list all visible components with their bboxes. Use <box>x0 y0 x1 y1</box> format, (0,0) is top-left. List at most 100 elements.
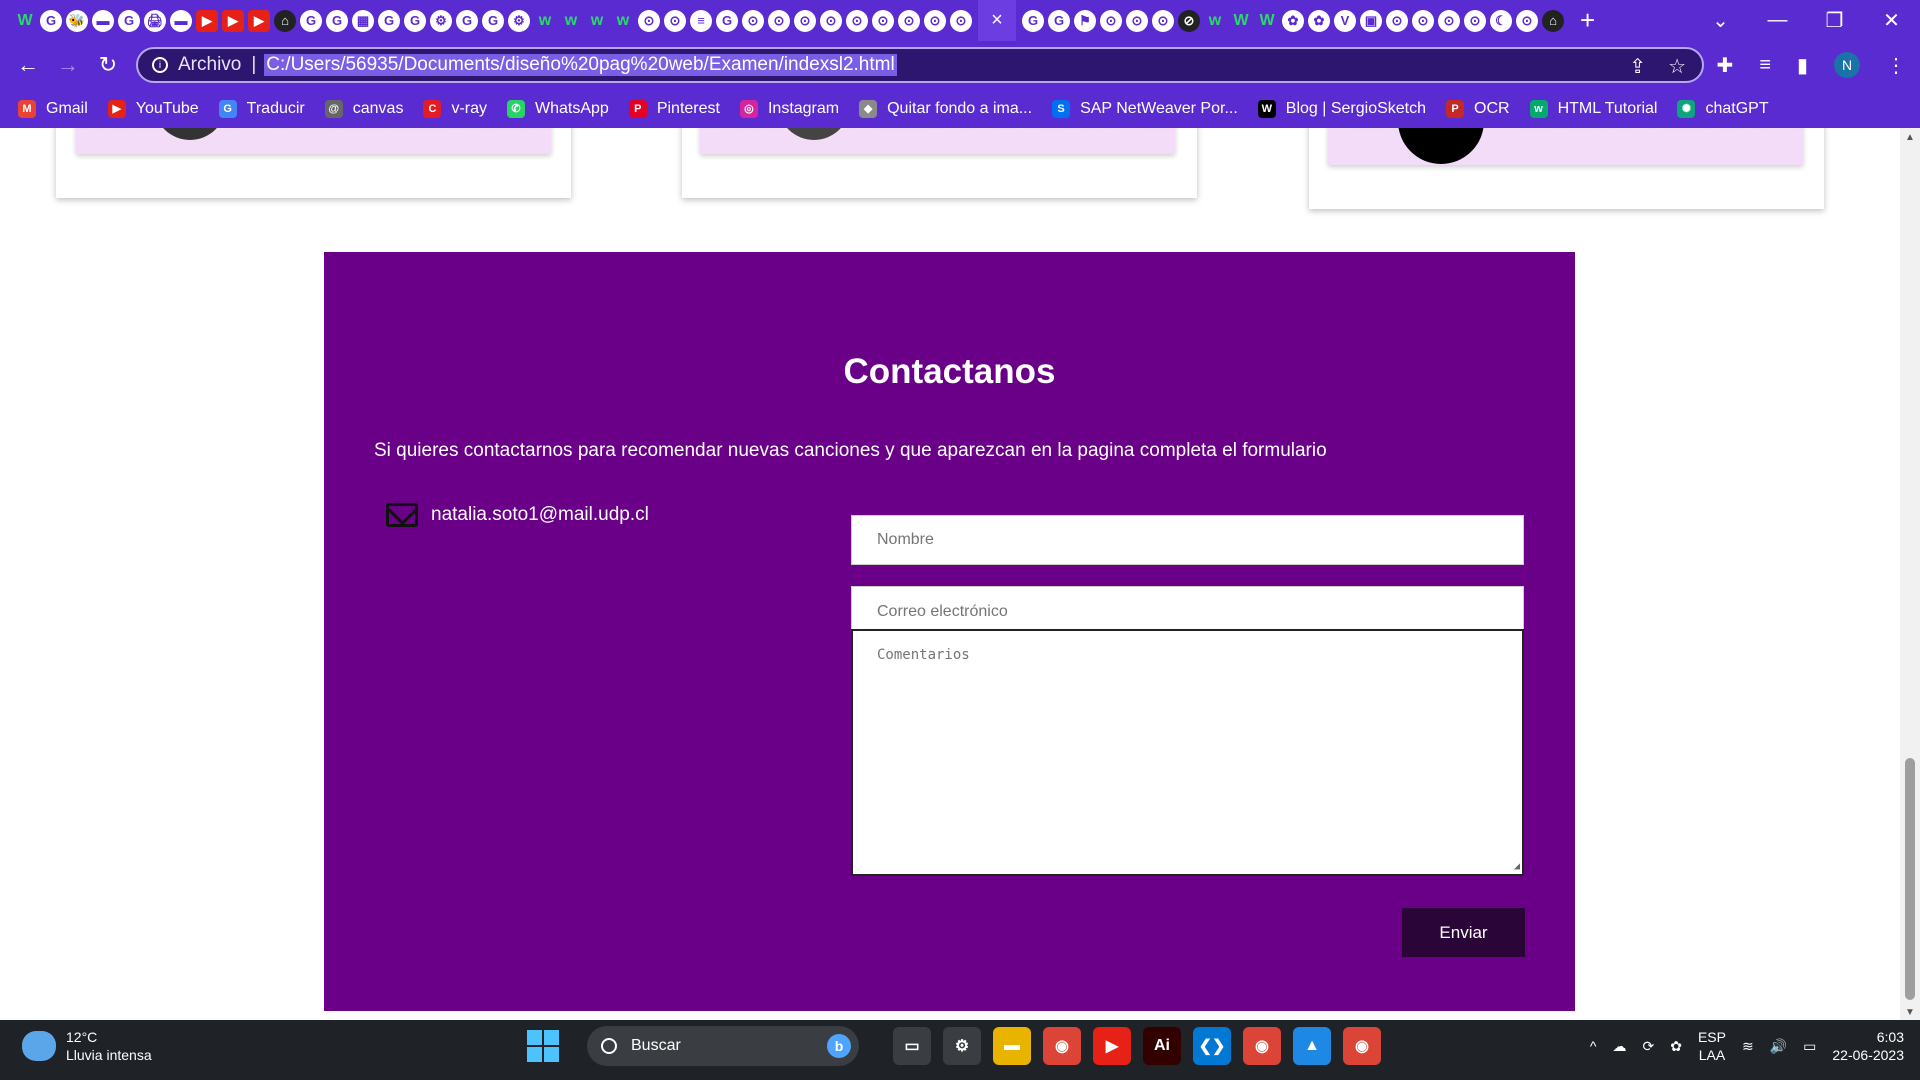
close-tab-icon[interactable]: × <box>978 0 1016 41</box>
tab-favicon-icon[interactable]: ⊘ <box>1178 9 1200 32</box>
media-control-icon[interactable]: ≡ <box>1759 54 1771 77</box>
scroll-thumb[interactable] <box>1905 758 1915 1000</box>
bookmark-item[interactable]: S SAP NetWeaver Por... <box>1052 99 1238 118</box>
bing-icon[interactable]: b <box>827 1034 851 1058</box>
bookmark-item[interactable]: P OCR <box>1446 99 1510 118</box>
tab-favicon-icon[interactable]: ≡ <box>690 9 712 32</box>
chrome-icon[interactable]: ◉ <box>1043 1027 1081 1065</box>
tab-favicon-icon[interactable]: G <box>456 9 478 32</box>
youtube-pwa-icon[interactable]: ▶ <box>1093 1027 1131 1065</box>
tab-favicon-icon[interactable]: G <box>716 9 738 32</box>
settings-icon[interactable]: ⚙ <box>943 1027 981 1065</box>
tab-favicon-icon[interactable]: ⊙ <box>1126 9 1148 32</box>
tab-favicon-icon[interactable]: G <box>482 9 504 32</box>
scroll-down-icon[interactable]: ▼ <box>1905 1007 1915 1018</box>
tab-favicon-icon[interactable]: ▬ <box>170 9 192 32</box>
tab-favicon-icon[interactable]: ⚙ <box>508 9 530 32</box>
tab-favicon-icon[interactable]: ☾ <box>1490 9 1512 32</box>
sync-icon[interactable]: ⟳ <box>1642 1038 1654 1055</box>
address-bar[interactable]: i Archivo | C:/Users/56935/Documents/dis… <box>136 47 1704 83</box>
bookmark-item[interactable]: ◎ Instagram <box>739 99 839 118</box>
tab-favicon-icon[interactable]: G <box>300 9 322 32</box>
extensions-icon[interactable]: ✚ <box>1717 53 1734 78</box>
resize-handle-icon[interactable]: ◢ <box>1514 861 1520 872</box>
tab-favicon-icon[interactable]: 🐝 <box>66 9 88 32</box>
tab-favicon-icon[interactable]: ⊙ <box>924 9 946 32</box>
tab-favicon-icon[interactable]: w <box>1204 10 1226 32</box>
vscode-icon[interactable]: ❮❯ <box>1193 1027 1231 1065</box>
tab-favicon-icon[interactable]: ▣ <box>1360 9 1382 32</box>
profile-avatar[interactable]: N <box>1834 52 1860 78</box>
tab-favicon-icon[interactable]: G <box>1048 9 1070 32</box>
tab-favicon-icon[interactable]: G <box>378 9 400 32</box>
bookmark-item[interactable]: M Gmail <box>18 99 88 118</box>
tab-favicon-icon[interactable]: w <box>612 10 634 32</box>
chrome-2-icon[interactable]: ◉ <box>1343 1027 1381 1065</box>
page-scrollbar[interactable]: ▲ ▼ <box>1900 128 1920 1020</box>
bookmark-item[interactable]: ◆ Quitar fondo a ima... <box>859 99 1032 118</box>
tab-favicon-icon[interactable]: ⊙ <box>898 9 920 32</box>
back-button[interactable]: ← <box>8 52 48 78</box>
bookmark-item[interactable]: @ canvas <box>324 99 403 118</box>
volume-icon[interactable]: 🔊 <box>1770 1038 1787 1055</box>
bookmark-item[interactable]: ✺ chatGPT <box>1677 99 1769 118</box>
tab-favicon-icon[interactable]: ▬ <box>92 9 114 32</box>
file-explorer-icon[interactable]: ▬ <box>993 1027 1031 1065</box>
tab-favicon-icon[interactable]: ▦ <box>352 9 374 32</box>
tab-favicon-icon[interactable]: ⊙ <box>794 9 816 32</box>
url-text[interactable]: C:/Users/56935/Documents/diseño%20pag%20… <box>264 54 897 76</box>
tab-favicon-icon[interactable]: G <box>1022 9 1044 32</box>
illustrator-icon[interactable]: Ai <box>1143 1027 1181 1065</box>
language-indicator[interactable]: ESP LAA <box>1698 1028 1726 1064</box>
info-icon[interactable]: i <box>152 57 168 73</box>
tab-favicon-icon[interactable]: ⚙ <box>430 9 452 32</box>
close-window-icon[interactable]: ✕ <box>1863 8 1920 33</box>
scroll-up-icon[interactable]: ▲ <box>1905 132 1915 143</box>
tab-favicon-icon[interactable]: ⊙ <box>1464 9 1486 32</box>
bookmark-item[interactable]: W Blog | SergioSketch <box>1257 99 1426 118</box>
submit-button[interactable]: Enviar <box>1402 908 1525 957</box>
tab-favicon-icon[interactable]: w <box>560 10 582 32</box>
tab-favicon-icon[interactable]: W <box>14 10 36 32</box>
restore-icon[interactable]: ❐ <box>1806 8 1863 33</box>
windows-start-icon[interactable] <box>527 1030 559 1062</box>
tab-favicon-icon[interactable]: W <box>1230 10 1252 32</box>
tab-favicon-icon[interactable]: ⊙ <box>1516 9 1538 32</box>
taskbar-search[interactable]: Buscar b <box>587 1026 859 1066</box>
tab-favicon-icon[interactable]: w <box>534 10 556 32</box>
clock[interactable]: 6:03 22-06-2023 <box>1832 1028 1904 1064</box>
browser-menu-icon[interactable]: ⋮ <box>1886 53 1906 78</box>
tab-favicon-icon[interactable]: ▶ <box>222 9 244 32</box>
tab-favicon-icon[interactable]: ⊙ <box>768 9 790 32</box>
tab-favicon-icon[interactable]: ▶ <box>248 9 270 32</box>
bookmark-star-icon[interactable]: ☆ <box>1668 54 1686 79</box>
bookmark-item[interactable]: Cv-ray <box>423 99 487 118</box>
side-panel-icon[interactable]: ▮ <box>1797 53 1808 78</box>
tab-favicon-icon[interactable]: ⊙ <box>872 9 894 32</box>
tab-favicon-icon[interactable]: ⊙ <box>1386 9 1408 32</box>
chrome-profile-icon[interactable]: ◉ <box>1243 1027 1281 1065</box>
tab-favicon-icon[interactable]: ⊙ <box>820 9 842 32</box>
tab-favicon-icon[interactable]: ⊙ <box>1438 9 1460 32</box>
tab-favicon-icon[interactable]: ⊙ <box>1100 9 1122 32</box>
bookmark-item[interactable]: ▶ YouTube <box>107 99 199 118</box>
tab-favicon-icon[interactable]: G <box>40 9 62 32</box>
tab-favicon-icon[interactable]: W <box>1256 10 1278 32</box>
tab-favicon-icon[interactable]: 🖨 <box>144 9 166 32</box>
tab-favicon-icon[interactable]: G <box>404 9 426 32</box>
minimize-icon[interactable]: — <box>1749 9 1806 32</box>
new-tab-button[interactable]: + <box>1580 5 1595 36</box>
tab-search-icon[interactable]: ⌄ <box>1692 8 1749 33</box>
tab-favicon-icon[interactable]: ⊙ <box>1412 9 1434 32</box>
comments-textarea[interactable]: Comentarios ◢ <box>851 629 1524 876</box>
task-view-icon[interactable]: ▭ <box>893 1027 931 1065</box>
share-icon[interactable]: ⇪ <box>1629 54 1646 79</box>
reload-button[interactable]: ↻ <box>88 52 128 78</box>
onedrive-icon[interactable]: ☁ <box>1612 1038 1626 1055</box>
tab-favicon-icon[interactable]: ⊙ <box>1152 9 1174 32</box>
bookmark-item[interactable]: P Pinterest <box>628 99 720 118</box>
tab-favicon-icon[interactable]: ⌂ <box>274 9 296 32</box>
photos-icon[interactable]: ▲ <box>1293 1027 1331 1065</box>
wifi-icon[interactable]: ≋ <box>1742 1038 1754 1055</box>
tray-app-icon[interactable]: ✿ <box>1670 1038 1682 1055</box>
